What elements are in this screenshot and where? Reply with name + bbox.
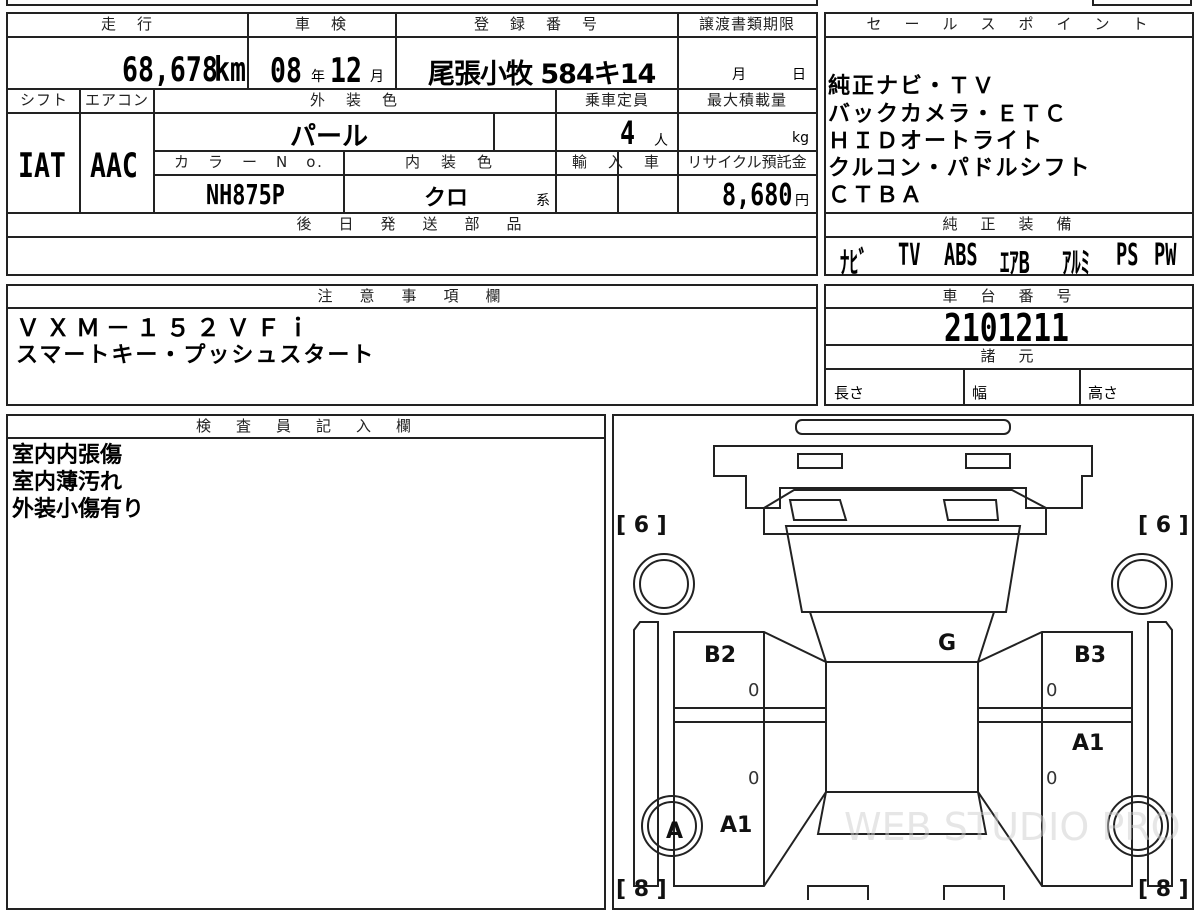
registration-value: 尾張小牧 584キ14 (428, 59, 656, 90)
capacity-label: 乗車定員 (584, 91, 649, 109)
color-no-value: NH875P (206, 178, 285, 211)
inspector-label: 検 査 員 記 入 欄 (195, 417, 416, 435)
interior-color-unit: 系 (536, 193, 550, 209)
specs-label: 諸 元 (980, 347, 1038, 365)
zero-b3: 0 (1046, 680, 1057, 701)
inspection-month-unit: 月 (370, 69, 384, 85)
transfer-deadline-label: 譲渡書類期限 (698, 15, 795, 33)
sales-points-label: セ ー ル ス ポ イ ン ト (866, 15, 1152, 33)
interior-color-label: 内 装 色 (404, 153, 495, 171)
mark-b3: B3 (1074, 643, 1106, 668)
tire-front-left (633, 553, 695, 615)
zero-right-lower: 0 (1046, 768, 1057, 789)
equipment-tv: TV (898, 238, 921, 273)
max-load-unit: kg (792, 130, 809, 146)
exterior-color-label: 外 装 色 (309, 91, 400, 109)
front-bumper (795, 419, 1011, 435)
zero-left-lower: 0 (748, 768, 759, 789)
watermark: WEB STUDIO PRO (844, 805, 1181, 849)
import-label: 輸 入 車 (571, 153, 662, 171)
headlight-left (797, 453, 843, 469)
interior-color-value: クロ (424, 186, 469, 211)
mileage-value: 68,678 (122, 50, 218, 90)
chassis-label: 車 台 番 号 (942, 287, 1076, 305)
equipment-navi: ﾅﾋﾞ (840, 246, 868, 281)
capacity-value: 4 (620, 114, 636, 152)
caution-line-2: スマートキー・プッシュスタート (16, 343, 376, 368)
mileage-label: 走 行 (100, 15, 155, 33)
top-strip (6, 0, 818, 6)
sales-point-4: クルコン・パドルシフト (828, 156, 1092, 181)
equipment-pw: PW (1154, 238, 1177, 273)
aircon-label: エアコン (84, 91, 149, 109)
mileage-unit: km (214, 50, 246, 90)
equipment-abs: ABS (944, 238, 978, 273)
exterior-color-value: パール (290, 122, 369, 152)
caution-label: 注 意 事 項 欄 (317, 287, 507, 305)
inspection-month: 12 (330, 51, 362, 91)
cabin (808, 611, 996, 663)
recycle-unit: 円 (795, 193, 809, 209)
mark-b2: B2 (704, 643, 736, 668)
mark-a: A (666, 819, 683, 844)
shift-label: シフト (19, 91, 68, 109)
car-diagram: [ 6 ] [ 6 ] [ 8 ] [ 8 ] B2 B3 G A1 A1 A … (616, 419, 1189, 900)
headlight-right (965, 453, 1011, 469)
sales-point-2: バックカメラ・ＥＴＣ (828, 102, 1069, 127)
windshield (784, 525, 1022, 613)
inspector-note-2: 室内薄汚れ (12, 470, 123, 495)
inspection-year: 08 (270, 51, 302, 91)
tire-label-rear-left: [ 8 ] (616, 877, 667, 900)
tire-label-rear-right: [ 8 ] (1138, 877, 1189, 900)
left-body (673, 631, 827, 887)
inspector-note-1: 室内内張傷 (12, 443, 123, 468)
front-outline (713, 445, 1093, 509)
inspection-year-unit: 年 (311, 69, 325, 85)
equipment-alloy: ｱﾙﾐ (1062, 246, 1090, 281)
later-parts-label: 後 日 発 送 部 品 (296, 215, 528, 233)
aircon-value: AAC (90, 146, 138, 186)
spec-height-label: 高さ (1088, 384, 1119, 402)
equipment-ps: PS (1116, 238, 1139, 273)
sales-point-3: ＨＩＤオートライト (828, 129, 1045, 154)
spec-length-label: 長さ (834, 384, 865, 402)
hood (763, 489, 1047, 535)
equipment-airbag: ｴｱB (1000, 246, 1030, 281)
capacity-unit: 人 (654, 133, 668, 149)
inspector-note-3: 外装小傷有り (12, 497, 145, 522)
max-load-label: 最大積載量 (706, 91, 787, 109)
equipment-label: 純 正 装 備 (942, 215, 1076, 233)
inspection-label: 車 検 (294, 15, 349, 33)
mark-g: G (938, 631, 956, 656)
zero-b2: 0 (748, 680, 759, 701)
spec-width-label: 幅 (972, 384, 988, 402)
recycle-value: 8,680 (722, 178, 793, 213)
caution-line-1: ＶＸＭ－１５２ＶＦｉ (16, 314, 316, 342)
mark-a1-left: A1 (720, 813, 752, 838)
sales-point-1: 純正ナビ・ＴＶ (828, 74, 997, 99)
sales-point-5: ＣＴＢＡ (828, 183, 925, 208)
shift-value: IAT (18, 146, 66, 186)
transfer-day-unit: 日 (792, 67, 806, 83)
tire-label-front-left: [ 6 ] (616, 513, 667, 538)
registration-label: 登 録 番 号 (473, 15, 600, 33)
transfer-month-unit: 月 (732, 67, 746, 83)
top-strip-right (1092, 0, 1192, 6)
tire-label-front-right: [ 6 ] (1138, 513, 1189, 538)
recycle-label: リサイクル預託金 (687, 153, 807, 171)
tire-front-right (1111, 553, 1173, 615)
mark-a1-right: A1 (1072, 731, 1104, 756)
color-no-label: カ ラ ー N o. (174, 153, 324, 171)
